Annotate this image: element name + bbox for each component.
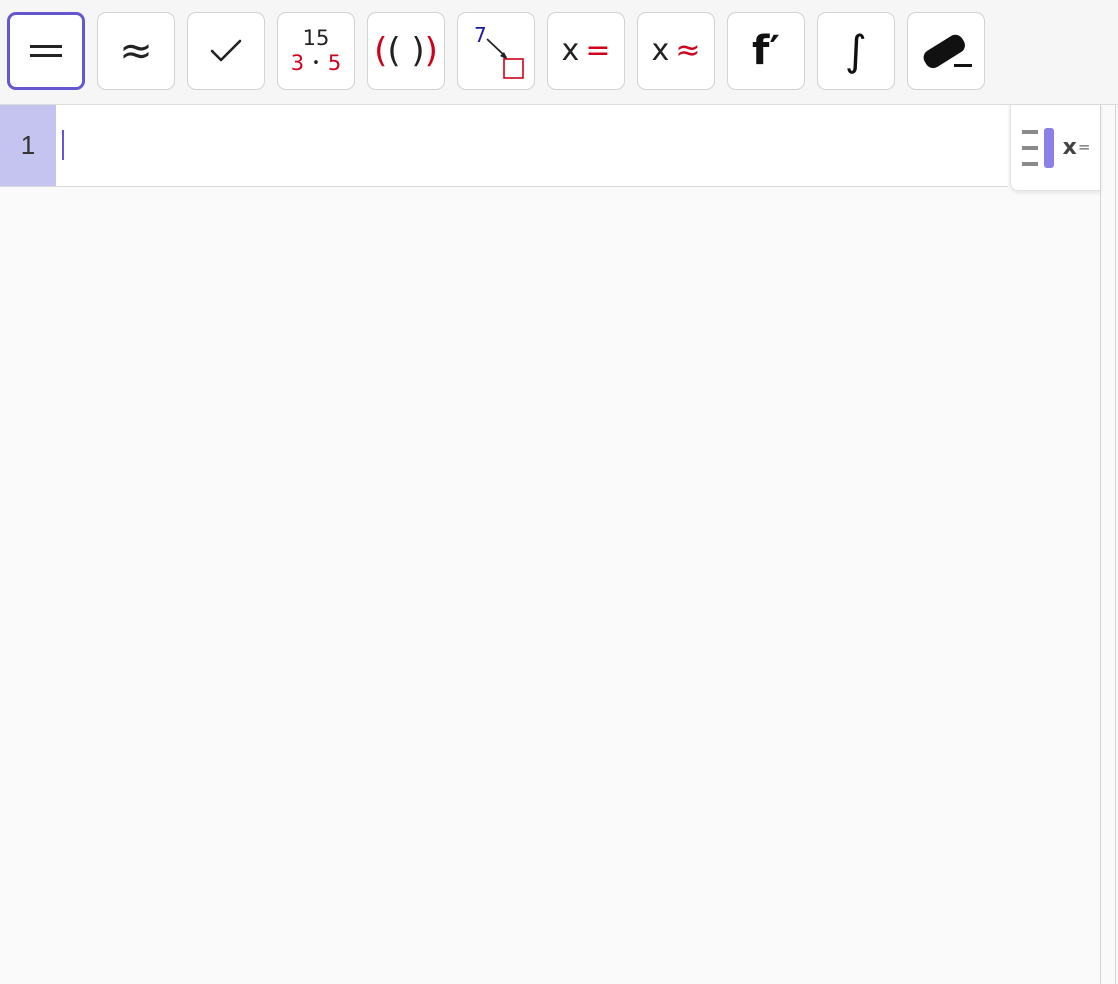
row-number[interactable]: 1	[0, 105, 56, 186]
solve-button[interactable]: x =	[547, 12, 625, 90]
cas-row[interactable]: 1	[0, 105, 1008, 187]
lines-icon	[1021, 127, 1054, 168]
cas-view: 1 x =	[0, 105, 1101, 984]
keep-input-button[interactable]	[187, 12, 265, 90]
delete-button[interactable]	[907, 12, 985, 90]
toggle-x-label: x	[1062, 134, 1077, 160]
cas-toolbar: ≈ 15 3 • 5 ( ( ) ) 7 x = x ≈ f′ ∫	[0, 0, 1118, 105]
arrow-icon	[486, 38, 524, 79]
panel-edge	[1115, 105, 1116, 984]
derivative-button[interactable]: f′	[727, 12, 805, 90]
expand-button[interactable]: ( ( ) )	[367, 12, 445, 90]
keyboard-toggle-button[interactable]: x =	[1010, 105, 1101, 191]
factor-right-number: 5	[327, 51, 342, 75]
evaluate-exact-button[interactable]	[7, 12, 85, 90]
factor-top-number: 15	[302, 26, 330, 50]
substitute-icon: 7	[468, 23, 524, 79]
substitute-button[interactable]: 7	[457, 12, 535, 90]
solve-numerically-x: x	[651, 33, 670, 68]
panel-divider	[1100, 105, 1101, 984]
factor-dot: •	[312, 56, 320, 71]
integral-button[interactable]: ∫	[817, 12, 895, 90]
text-caret	[62, 130, 64, 160]
eraser-icon	[923, 34, 972, 69]
expand-inner: ( )	[387, 31, 425, 71]
approx-icon: ≈	[119, 28, 153, 74]
expand-outer-right: )	[424, 31, 438, 71]
solve-numerically-button[interactable]: x ≈	[637, 12, 715, 90]
solve-numerically-op: ≈	[675, 33, 701, 68]
solve-numerically-icon: x ≈	[652, 36, 701, 66]
factor-button[interactable]: 15 3 • 5	[277, 12, 355, 90]
derivative-icon: f′	[752, 28, 780, 74]
numeric-button[interactable]: ≈	[97, 12, 175, 90]
solve-x: x	[561, 33, 580, 68]
row-input-field[interactable]	[56, 105, 1008, 186]
toggle-eq-label: =	[1077, 138, 1091, 156]
expand-outer-left: (	[374, 31, 388, 71]
factor-icon: 15 3 • 5	[291, 28, 341, 74]
expand-icon: ( ( ) )	[374, 34, 438, 68]
solve-op: =	[585, 33, 611, 68]
solve-icon: x =	[562, 36, 611, 66]
keyboard-toggle-icon: x =	[1021, 127, 1091, 168]
equals-icon	[30, 45, 62, 57]
factor-left-number: 3	[290, 51, 305, 75]
integral-icon: ∫	[845, 26, 867, 75]
check-icon	[210, 39, 242, 62]
